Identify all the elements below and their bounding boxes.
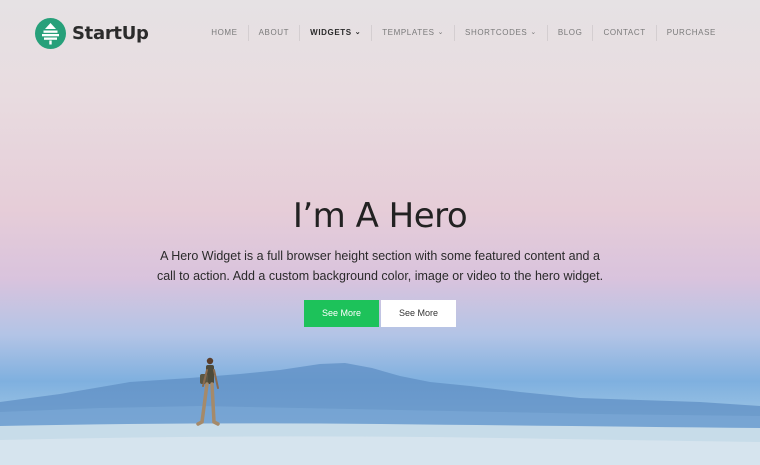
nav-item-label: BLOG bbox=[557, 28, 583, 37]
nav-item-label: ABOUT bbox=[258, 28, 290, 37]
nav-item-purchase[interactable]: PURCHASE bbox=[655, 25, 726, 41]
main-navigation: HOME ABOUT WIDGETS ⌄ TEMPLATES ⌄ SHORTCODE… bbox=[201, 25, 726, 41]
hero-subtitle: A Hero Widget is a full browser height s… bbox=[156, 249, 604, 283]
nav-item-home[interactable]: HOME bbox=[201, 25, 247, 41]
nav-item-label: CONTACT bbox=[603, 28, 646, 37]
logo-text: StartUp bbox=[72, 23, 149, 44]
nav-item-templates[interactable]: TEMPLATES ⌄ bbox=[371, 25, 454, 41]
chevron-down-icon: ⌄ bbox=[354, 29, 362, 36]
nav-item-label: HOME bbox=[211, 28, 238, 37]
chevron-down-icon: ⌄ bbox=[530, 29, 537, 36]
site-logo[interactable]: StartUp bbox=[35, 18, 149, 49]
site-header: StartUp HOME ABOUT WIDGETS ⌄ TEMPLATES ⌄ S… bbox=[0, 0, 760, 66]
nav-item-label: WIDGETS bbox=[310, 28, 352, 37]
hero-title: I’m A Hero bbox=[292, 196, 468, 236]
nav-item-shortcodes[interactable]: SHORTCODES ⌄ bbox=[454, 25, 547, 41]
nav-item-blog[interactable]: BLOG bbox=[546, 25, 593, 41]
see-more-secondary-button[interactable]: See More bbox=[381, 300, 456, 327]
nav-item-widgets[interactable]: WIDGETS ⌄ bbox=[299, 25, 371, 41]
nav-item-contact[interactable]: CONTACT bbox=[592, 25, 655, 41]
see-more-primary-button[interactable]: See More bbox=[304, 300, 379, 327]
chevron-down-icon: ⌄ bbox=[437, 29, 445, 36]
nav-item-label: PURCHASE bbox=[666, 28, 716, 37]
nav-item-label: TEMPLATES bbox=[382, 28, 435, 37]
mountain-landscape-image bbox=[0, 357, 760, 465]
pine-tree-logo-icon bbox=[35, 18, 66, 49]
nav-item-label: SHORTCODES bbox=[465, 28, 528, 37]
nav-item-about[interactable]: ABOUT bbox=[247, 25, 300, 41]
